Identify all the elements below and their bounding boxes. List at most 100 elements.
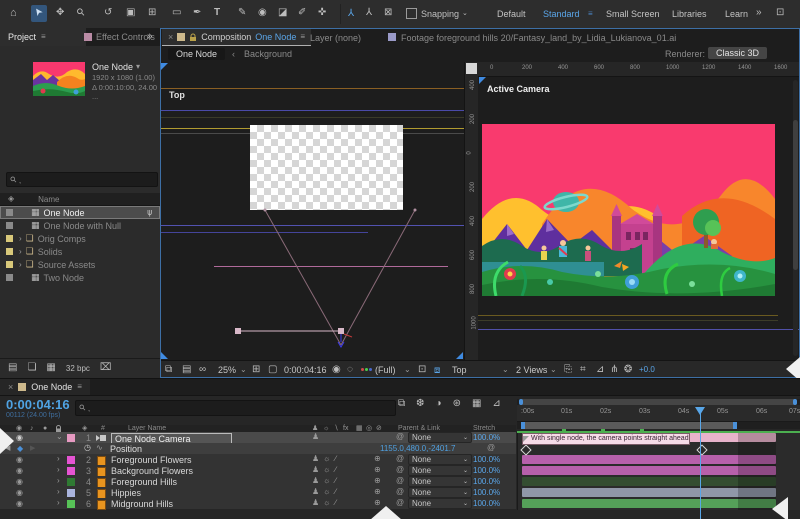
workspace-libraries[interactable]: Libraries bbox=[672, 9, 707, 19]
project-row-solids[interactable]: › ❏ Solids bbox=[0, 245, 160, 258]
zoom-caret-icon[interactable]: ⌄ bbox=[240, 366, 247, 374]
transparency-grid-icon[interactable]: ⧈ bbox=[434, 365, 440, 376]
zoom-level-select[interactable]: 25% bbox=[218, 365, 236, 375]
parent-select[interactable]: None⌄ bbox=[408, 487, 472, 498]
parent-pickwhip-icon[interactable]: @ bbox=[396, 477, 404, 485]
pixel-aspect-icon[interactable]: ⌗ bbox=[580, 365, 586, 375]
workspace-overflow-icon[interactable]: » bbox=[756, 8, 762, 18]
binoculars-icon[interactable]: ∞ bbox=[199, 365, 206, 375]
current-timecode[interactable]: 0:00:04:16 bbox=[6, 397, 70, 412]
layer-bar-background-flowers[interactable] bbox=[522, 466, 776, 475]
project-row-one-node-with-null[interactable]: ▦ One Node with Null bbox=[0, 219, 160, 232]
tab-footage[interactable]: Footage foreground hills 20/Fantasy_land… bbox=[401, 33, 676, 43]
mask-visibility-icon[interactable]: ▢ bbox=[268, 365, 277, 375]
position-keyframe-current[interactable] bbox=[696, 444, 707, 455]
playhead-marker[interactable] bbox=[695, 407, 705, 420]
project-preview-name[interactable]: One Node bbox=[92, 62, 133, 72]
horizontal-ruler[interactable]: 0 200 400 600 800 1000 1200 1400 1600 bbox=[478, 62, 800, 77]
stretch-value[interactable]: 100.0% bbox=[473, 488, 500, 497]
stopwatch-icon[interactable]: ◷ bbox=[84, 444, 91, 452]
work-area-end-handle[interactable] bbox=[733, 422, 737, 429]
selection-tool-icon[interactable]: ➤ bbox=[31, 5, 47, 22]
layer-name[interactable]: Background Flowers bbox=[111, 466, 193, 476]
parent-pickwhip-icon[interactable]: @ bbox=[396, 455, 404, 463]
quality-switch[interactable]: ∕ bbox=[335, 488, 336, 496]
layer-bar-foreground-hills[interactable] bbox=[522, 477, 776, 486]
layer-row-hippies[interactable]: ◉ › 5 Hippies ♟ ☼ ∕ ⊕ @ None⌄ 100.0% bbox=[0, 487, 516, 498]
tab-close-icon[interactable]: × bbox=[8, 382, 13, 392]
draft-3d-icon[interactable]: ❆ bbox=[416, 399, 424, 409]
roto-brush-tool-icon[interactable]: ✐ bbox=[298, 8, 306, 18]
parent-select[interactable]: None⌄ bbox=[408, 476, 472, 487]
project-row-two-node[interactable]: ▦ Two Node bbox=[0, 271, 160, 284]
collapse-switch[interactable]: ☼ bbox=[323, 455, 330, 463]
motion-blur-icon[interactable]: ▦ bbox=[472, 399, 481, 409]
workspace-small-screen[interactable]: Small Screen bbox=[606, 9, 660, 19]
resolution-caret-icon[interactable]: ⌄ bbox=[404, 366, 411, 374]
item-label-swatch[interactable] bbox=[6, 261, 13, 268]
twirl-icon[interactable]: › bbox=[19, 248, 22, 256]
rectangle-tool-icon[interactable]: ▭ bbox=[172, 8, 181, 18]
stretch-value[interactable]: 100.0% bbox=[473, 499, 500, 508]
exposure-value[interactable]: +0.0 bbox=[639, 365, 655, 374]
project-item-thumbnail[interactable] bbox=[33, 62, 85, 96]
trash-icon[interactable]: ⌧ bbox=[100, 363, 112, 373]
collapse-switch[interactable]: ☼ bbox=[323, 488, 330, 496]
share-view-icon[interactable]: ⎘ bbox=[564, 365, 572, 375]
work-area-bar[interactable] bbox=[521, 422, 737, 429]
property-row-position[interactable]: ◀ ◆ ▶ ◷ ∿ Position 1155.0,480.0,-2401.7 … bbox=[0, 443, 516, 454]
eraser-tool-icon[interactable]: ◪ bbox=[278, 8, 287, 18]
work-area-start-handle[interactable] bbox=[521, 422, 525, 429]
tab-close-icon[interactable]: × bbox=[168, 32, 173, 42]
pan-behind-tool-icon[interactable]: ⊞ bbox=[148, 8, 156, 18]
workspace-standard[interactable]: Standard bbox=[543, 9, 580, 19]
layer-name[interactable]: Hippies bbox=[111, 488, 141, 498]
twirl-icon[interactable]: › bbox=[57, 455, 60, 463]
resolution-select[interactable]: (Full) bbox=[375, 365, 396, 375]
item-label-swatch[interactable] bbox=[6, 274, 13, 281]
layer-label-swatch[interactable] bbox=[67, 434, 75, 442]
three-d-switch[interactable]: ⊕ bbox=[374, 488, 381, 496]
composition-mini-flowchart-icon[interactable]: ⧉ bbox=[398, 399, 405, 409]
quality-switch[interactable]: ∕ bbox=[335, 455, 336, 463]
shy-switch[interactable]: ♟ bbox=[312, 499, 319, 507]
stretch-column-header[interactable]: Stretch bbox=[473, 425, 495, 432]
view-layout-caret-icon[interactable]: ⌄ bbox=[550, 366, 557, 374]
parent-select[interactable]: None⌄ bbox=[408, 432, 472, 443]
parent-link-column-header[interactable]: Parent & Link bbox=[398, 425, 440, 432]
tab-layer[interactable]: Layer (none) bbox=[310, 33, 361, 43]
tab-overflow-icon[interactable]: » bbox=[147, 32, 153, 42]
name-column-header[interactable]: Name bbox=[38, 195, 59, 204]
project-row-orig-comps[interactable]: › ❏ Orig Comps bbox=[0, 232, 160, 245]
stretch-value[interactable]: 100.0% bbox=[473, 466, 500, 475]
twirl-icon[interactable]: › bbox=[19, 235, 22, 243]
item-label-swatch[interactable] bbox=[6, 248, 13, 255]
always-preview-icon[interactable]: ⧉ bbox=[165, 365, 172, 375]
twirl-icon[interactable]: › bbox=[57, 477, 60, 485]
item-label-swatch[interactable] bbox=[6, 209, 13, 216]
composition-panel-menu-icon[interactable]: ≡ bbox=[300, 33, 305, 41]
snapping-checkbox[interactable] bbox=[406, 8, 417, 19]
shy-switch[interactable]: ♟ bbox=[312, 455, 319, 463]
rotate-tool-icon[interactable]: ↺ bbox=[104, 8, 112, 18]
puppet-pin-tool-icon[interactable]: ✜ bbox=[318, 8, 326, 18]
graph-editor-icon[interactable]: ⊿ bbox=[492, 399, 500, 409]
property-name[interactable]: Position bbox=[110, 444, 142, 454]
twirl-icon[interactable]: › bbox=[57, 466, 60, 474]
keyframe-toggle-icon[interactable]: ◆ bbox=[17, 444, 23, 453]
twirl-icon[interactable]: ⌄ bbox=[56, 433, 63, 441]
new-composition-icon[interactable]: ▦ bbox=[46, 363, 55, 373]
region-of-interest-icon[interactable]: ⊡ bbox=[418, 365, 426, 375]
preview-caret-icon[interactable]: ▾ bbox=[136, 63, 140, 71]
stretch-value[interactable]: 100.0% bbox=[473, 455, 500, 464]
view-axis-mode-icon[interactable]: ⊠ bbox=[384, 8, 392, 18]
search-help-icon[interactable]: ⊡ bbox=[776, 8, 784, 18]
layer-name[interactable]: Midground Hills bbox=[111, 499, 173, 509]
collapse-switch[interactable]: ☼ bbox=[323, 499, 330, 507]
eye-icon[interactable]: ◉ bbox=[16, 478, 23, 486]
new-folder-icon[interactable]: ❏ bbox=[27, 363, 36, 373]
home-tool-icon[interactable]: ⌂ bbox=[10, 8, 17, 19]
quality-switch[interactable]: ∕ bbox=[335, 466, 336, 474]
twirl-icon[interactable]: › bbox=[19, 261, 22, 269]
property-value[interactable]: 1155.0,480.0,-2401.7 bbox=[380, 444, 455, 453]
